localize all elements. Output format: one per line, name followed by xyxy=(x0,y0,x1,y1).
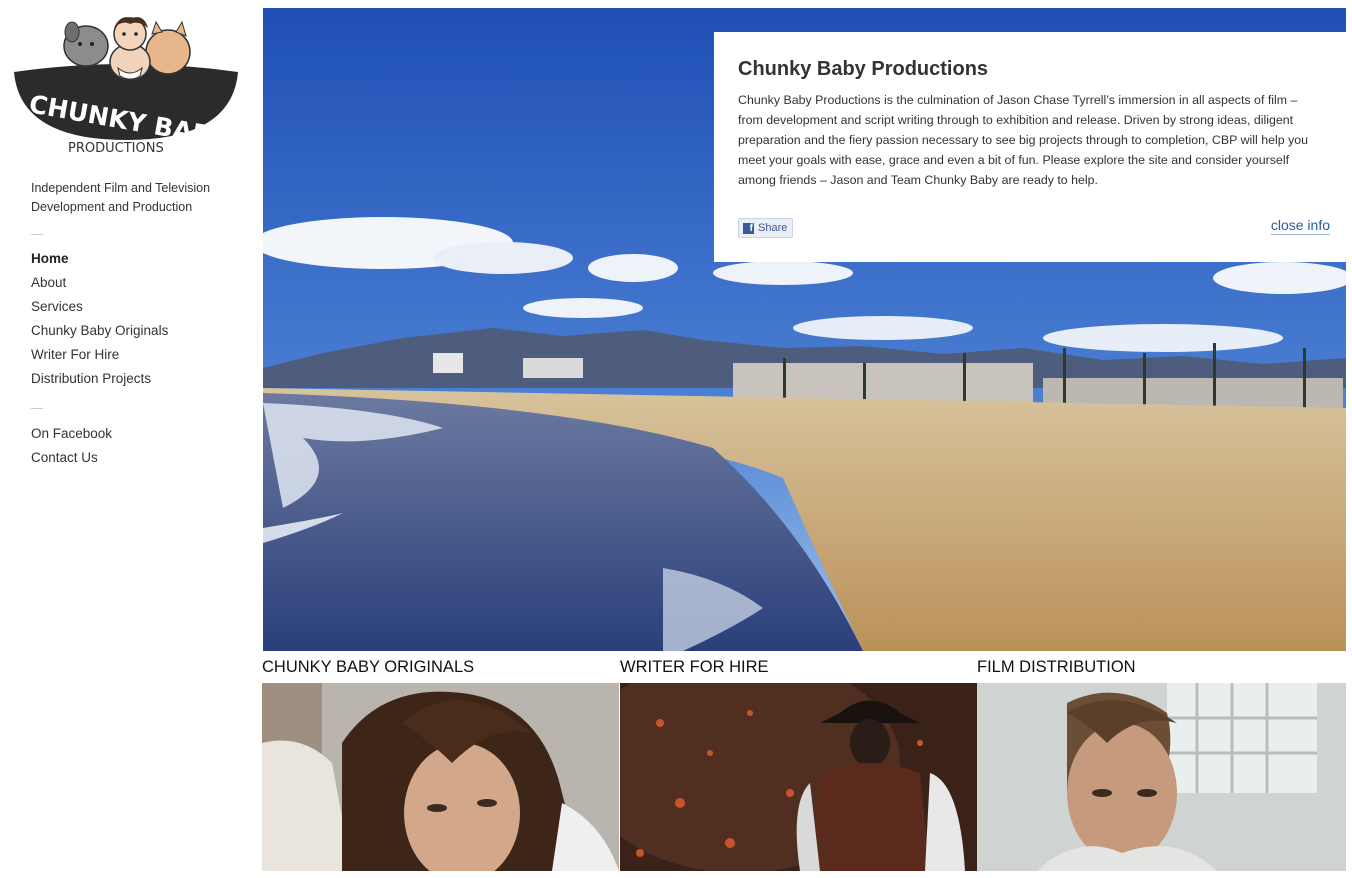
facebook-icon: f xyxy=(743,222,754,234)
originals-image[interactable] xyxy=(262,683,619,871)
film-distribution-image[interactable] xyxy=(977,683,1346,871)
nav-link-about[interactable]: About xyxy=(31,275,66,290)
nav-item-writer-for-hire: Writer For Hire xyxy=(31,343,168,367)
nav-item-originals: Chunky Baby Originals xyxy=(31,319,168,343)
info-panel: Chunky Baby Productions Chunky Baby Prod… xyxy=(714,32,1346,262)
nav-link-home[interactable]: Home xyxy=(31,251,69,266)
tile-originals: CHUNKY BABY ORIGINALS xyxy=(262,654,619,878)
nav-item-services: Services xyxy=(31,295,168,319)
writer-for-hire-image[interactable] xyxy=(620,683,977,871)
share-label: Share xyxy=(758,222,788,234)
main-nav: Home About Services Chunky Baby Original… xyxy=(31,247,168,391)
info-body: Chunky Baby Productions is the culminati… xyxy=(738,93,1309,187)
divider xyxy=(31,408,43,409)
nav-link-writer-for-hire[interactable]: Writer For Hire xyxy=(31,347,119,362)
divider xyxy=(31,234,43,235)
info-title: Chunky Baby Productions xyxy=(738,58,989,80)
nav-link-originals[interactable]: Chunky Baby Originals xyxy=(31,323,168,338)
contact-link[interactable]: Contact Us xyxy=(31,450,98,465)
nav-item-contact: Contact Us xyxy=(31,446,112,470)
svg-text:PRODUCTIONS: PRODUCTIONS xyxy=(68,141,164,156)
facebook-link[interactable]: On Facebook xyxy=(31,426,112,441)
tile-title[interactable]: WRITER FOR HIRE xyxy=(620,654,977,683)
tile-film-distribution: FILM DISTRIBUTION xyxy=(977,654,1346,878)
nav-item-facebook: On Facebook xyxy=(31,422,112,446)
nav-item-about: About xyxy=(31,271,168,295)
social-nav: On Facebook Contact Us xyxy=(31,422,112,470)
tile-title[interactable]: FILM DISTRIBUTION xyxy=(977,654,1346,683)
nav-item-home: Home xyxy=(31,247,168,271)
close-info-link[interactable]: close info xyxy=(1270,216,1330,235)
tagline: Independent Film and Television Developm… xyxy=(31,181,211,214)
sidebar: CHUNKY BABY PRODUCTIONS Independent Film… xyxy=(0,0,262,878)
nav-link-distribution[interactable]: Distribution Projects xyxy=(31,371,151,386)
nav-item-distribution: Distribution Projects xyxy=(31,367,168,391)
tile-writer-for-hire: WRITER FOR HIRE xyxy=(620,654,977,878)
nav-link-services[interactable]: Services xyxy=(31,299,83,314)
chunky-baby-logo[interactable]: CHUNKY BABY PRODUCTIONS xyxy=(10,12,242,162)
cat-icon xyxy=(145,29,191,75)
tile-title[interactable]: CHUNKY BABY ORIGINALS xyxy=(262,654,619,683)
facebook-share-button[interactable]: f Share xyxy=(738,218,794,238)
